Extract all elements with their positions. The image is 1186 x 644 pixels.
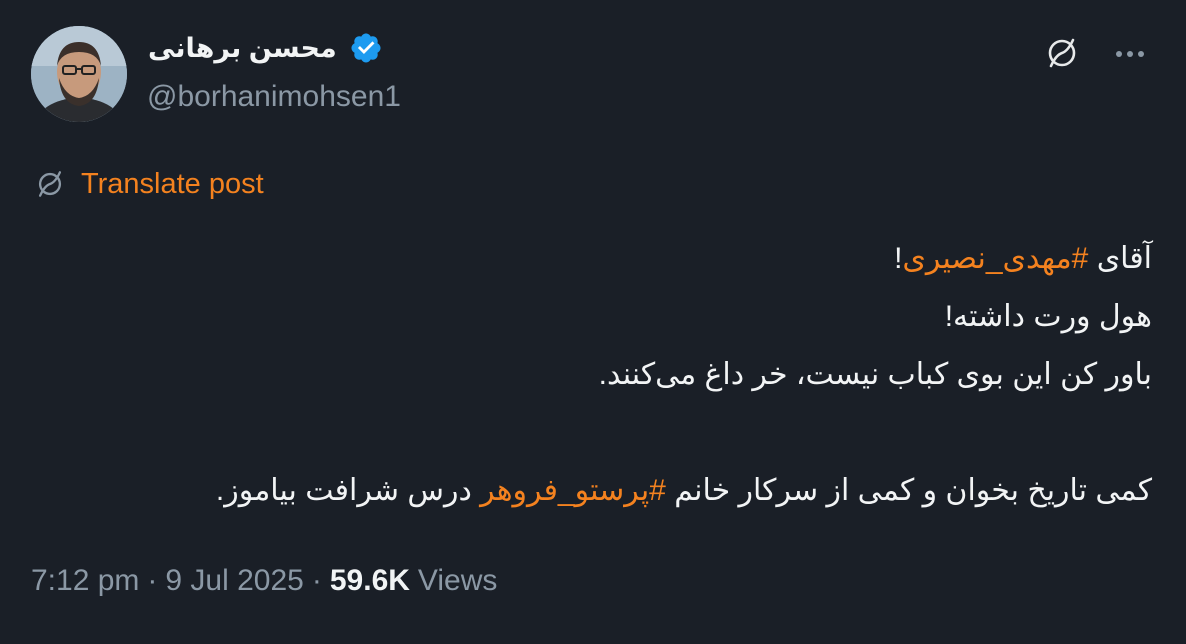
avatar[interactable] (31, 26, 127, 122)
tweet-text-segment: آقای (1088, 242, 1152, 275)
verified-badge-icon[interactable] (349, 31, 383, 65)
translate-post-button[interactable]: Translate post (32, 164, 264, 204)
views-label: Views (417, 564, 498, 597)
views-count[interactable]: 59.6K (330, 564, 410, 598)
more-dot-icon (1127, 51, 1133, 57)
tweet-meta: 7:12 pm · 9 Jul 2025 · 59.6K Views (31, 560, 497, 602)
meta-separator: · (311, 564, 322, 597)
more-horizontal-icon[interactable] (1110, 34, 1150, 74)
tweet-text-segment: کمی تاریخ بخوان و کمی از سرکار خانم (665, 474, 1152, 507)
author-name-row[interactable]: محسن برهانی (148, 28, 383, 68)
translate-icon (38, 171, 62, 197)
more-dot-icon (1116, 51, 1122, 57)
author-display-name[interactable]: محسن برهانی (148, 33, 337, 64)
tweet-line: باور کن این بوی کباب نیست، خر داغ می‌کنن… (598, 358, 1152, 391)
hashtag-link[interactable]: #مهدی_نصیری (902, 242, 1088, 275)
hashtag-link[interactable]: #پرستو_فروهر (480, 474, 666, 507)
tweet-time[interactable]: 7:12 pm (31, 564, 139, 598)
more-dot-icon (1138, 51, 1144, 57)
translate-icon[interactable] (1042, 33, 1082, 73)
meta-separator: · (147, 564, 158, 597)
author-handle[interactable]: @borhanimohsen1 (147, 80, 401, 114)
tweet-date[interactable]: 9 Jul 2025 (165, 564, 303, 598)
tweet-line: آقای #مهدی_نصیری! (32, 230, 1152, 288)
translate-post-label[interactable]: Translate post (81, 168, 264, 201)
tweet-text: آقای #مهدی_نصیری! هول ورت داشته! باور کن… (32, 230, 1152, 520)
tweet-line: هول ورت داشته! (944, 300, 1152, 333)
avatar-image (31, 26, 127, 122)
tweet-text-segment: درس شرافت بیاموز. (215, 474, 481, 507)
tweet-line: کمی تاریخ بخوان و کمی از سرکار خانم #پرس… (32, 462, 1152, 520)
